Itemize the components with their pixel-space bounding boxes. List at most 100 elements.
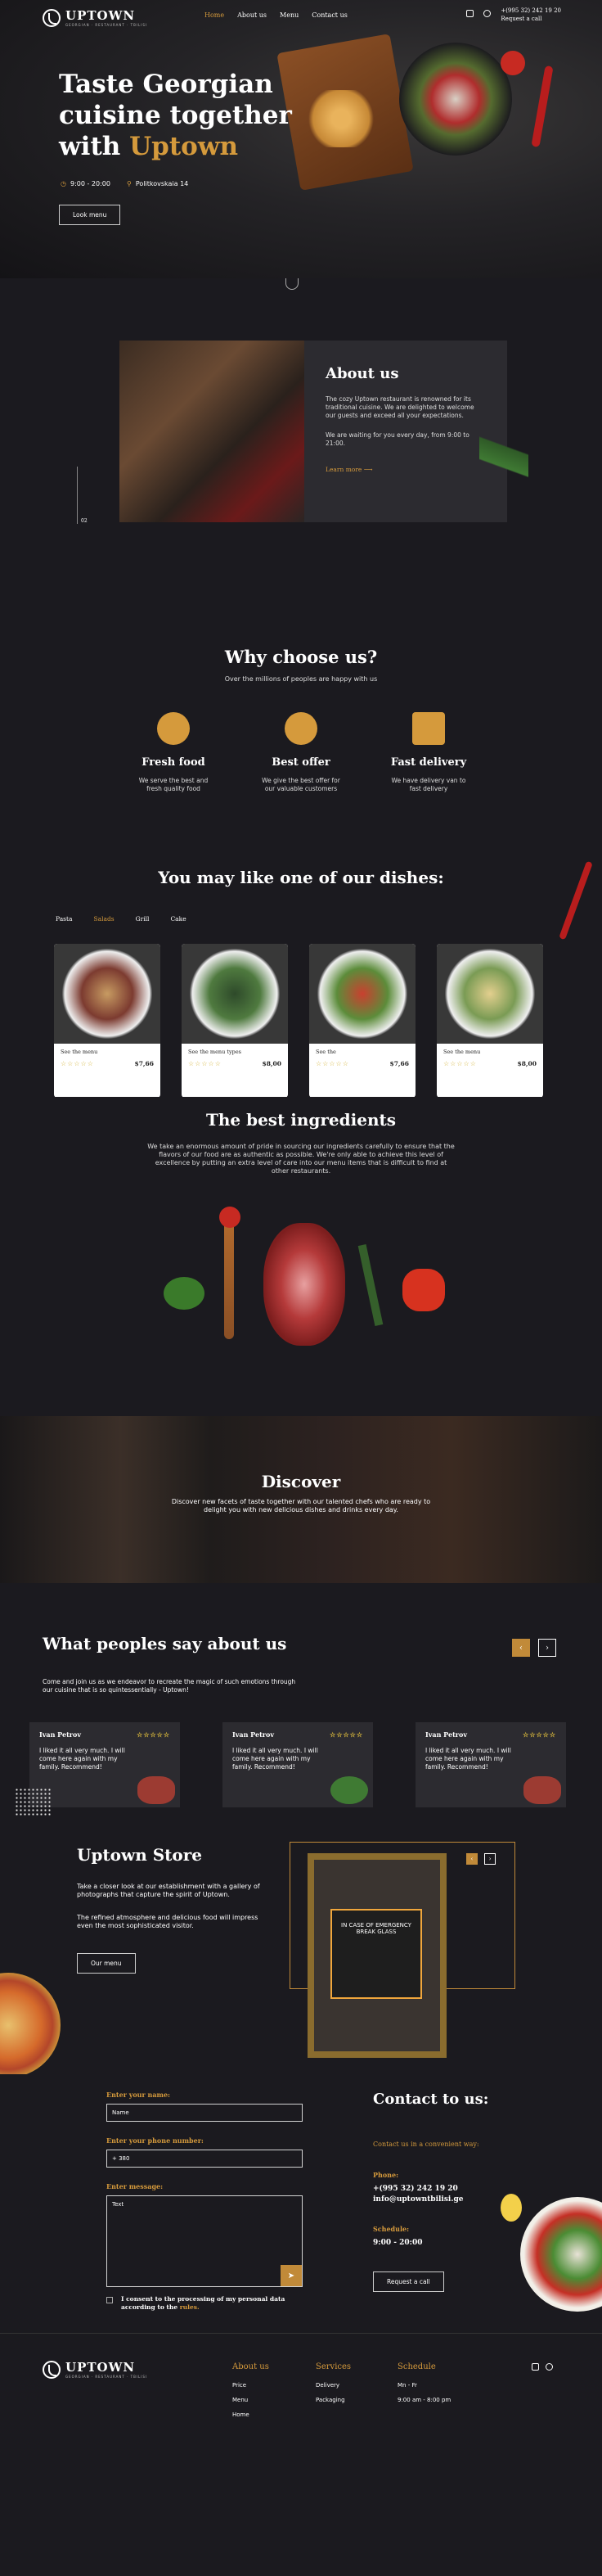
our-menu-button[interactable]: Our menu	[77, 1953, 136, 1974]
percent-badge-icon	[285, 712, 317, 745]
rating-stars[interactable]: ☆☆☆☆☆	[316, 1060, 349, 1067]
reviews-arrows: ‹ ›	[512, 1639, 556, 1657]
look-menu-button[interactable]: Look menu	[59, 205, 121, 225]
facebook-icon[interactable]	[466, 10, 474, 17]
dish-image	[182, 944, 288, 1044]
contact-phone[interactable]: +(995 32) 242 19 20	[373, 2184, 488, 2195]
top-nav: UPTOWN GEORGIAN · RESTAURANT · TBILISI H…	[0, 7, 602, 28]
why-item-text: We give the best offer for our valuable …	[262, 777, 340, 792]
footer-col-about: About us Price Menu Home	[232, 2360, 269, 2422]
nav-about[interactable]: About us	[237, 11, 267, 19]
request-call-button[interactable]: Request a call	[373, 2271, 444, 2292]
about-text-1: The cozy Uptown restaurant is renowned f…	[326, 395, 474, 419]
review-card: Ivan Petrov ☆☆☆☆☆ I liked it all very muc…	[416, 1722, 566, 1807]
rating-stars[interactable]: ☆☆☆☆☆	[443, 1060, 477, 1067]
footer-link-home[interactable]: Home	[232, 2407, 269, 2422]
next-arrow-icon[interactable]: ›	[538, 1639, 556, 1657]
why-item-text: We have delivery van to fast delivery	[391, 777, 466, 792]
facebook-icon[interactable]	[532, 2363, 539, 2371]
nav-menu[interactable]: Menu	[280, 11, 299, 19]
contact-email[interactable]: info@uptowntbilisi.ge	[373, 2195, 488, 2205]
why-items: Fresh food We serve the best and fresh q…	[0, 712, 602, 793]
footer-link-packaging[interactable]: Packaging	[316, 2393, 351, 2407]
logo-tagline: GEORGIAN · RESTAURANT · TBILISI	[65, 2375, 148, 2379]
tab-cake[interactable]: Cake	[170, 915, 186, 923]
contact-section: Enter your name: Name Enter your phone n…	[0, 2074, 602, 2333]
footer: UPTOWN GEORGIAN · RESTAURANT · TBILISI A…	[0, 2333, 602, 2437]
clock-icon: ◷	[61, 180, 66, 187]
review-card: Ivan Petrov ☆☆☆☆☆ I liked it all very muc…	[15, 1722, 180, 1817]
learn-more-link[interactable]: Learn more ⟶	[326, 466, 486, 473]
dish-card[interactable]: See the menu ☆☆☆☆☆ $7,66	[54, 944, 160, 1097]
nav-contact[interactable]: Contact us	[312, 11, 348, 19]
dish-card-body: See the menu types ☆☆☆☆☆ $8,00	[182, 1044, 288, 1072]
gallery-image[interactable]: IN CASE OF EMERGENCY BREAK GLASS	[308, 1853, 447, 2058]
prev-arrow-icon[interactable]: ‹	[466, 1853, 478, 1865]
store-text-2: The refined atmosphere and delicious foo…	[77, 1914, 258, 1929]
review-food-image	[137, 1776, 175, 1804]
dish-card-title[interactable]: See the menu types	[188, 1049, 281, 1055]
footer-col-schedule: Schedule Mn - Fr 9:00 am - 8:00 pm	[398, 2360, 451, 2407]
footer-link-price[interactable]: Price	[232, 2378, 269, 2393]
review-text: I liked it all very much. I will come he…	[425, 1747, 511, 1771]
dishes-section: You may like one of our dishes: Pasta Sa…	[0, 835, 602, 1097]
reviews-title: What peoples say about us	[43, 1634, 287, 1653]
tab-grill[interactable]: Grill	[136, 915, 150, 923]
tab-pasta[interactable]: Pasta	[56, 915, 73, 923]
rules-link[interactable]: rules.	[180, 2303, 200, 2311]
review-header: Ivan Petrov ☆☆☆☆☆	[232, 1730, 363, 1739]
hero-info: ◷ 9:00 - 20:00 ⚲ Politkovskaia 14	[61, 180, 188, 187]
nav-home[interactable]: Home	[204, 11, 224, 19]
rating-stars[interactable]: ☆☆☆☆☆	[188, 1060, 222, 1067]
review-author: Ivan Petrov	[425, 1730, 467, 1739]
dish-card[interactable]: See the ☆☆☆☆☆ $7,66	[309, 944, 416, 1097]
scroll-down-icon[interactable]	[285, 278, 299, 290]
tomato-image	[501, 51, 525, 75]
header-phone[interactable]: +(995 32) 242 19 20	[501, 7, 561, 15]
hero-title-line-3: with	[59, 132, 130, 161]
dish-card-title[interactable]: See the menu	[61, 1049, 154, 1055]
dish-card-title[interactable]: See the	[316, 1049, 409, 1055]
restaurant-interior-photo	[119, 341, 304, 522]
logo[interactable]: UPTOWN GEORGIAN · RESTAURANT · TBILISI	[43, 8, 147, 27]
footer-link-menu[interactable]: Menu	[232, 2393, 269, 2407]
footer-col-title: Services	[316, 2362, 352, 2371]
rosemary-image	[357, 1244, 384, 1326]
dish-card[interactable]: See the menu ☆☆☆☆☆ $8,00	[437, 944, 543, 1097]
review-food-image	[523, 1776, 561, 1804]
instagram-icon[interactable]	[546, 2363, 553, 2371]
footer-col-title: Schedule	[398, 2362, 436, 2371]
phone-input[interactable]: + 380	[106, 2150, 303, 2168]
next-arrow-icon[interactable]: ›	[484, 1853, 496, 1865]
footer-schedule-days: Mn - Fr	[398, 2382, 417, 2389]
tab-salads[interactable]: Salads	[94, 915, 115, 923]
header-request-call[interactable]: Request a call	[501, 15, 561, 23]
name-input[interactable]: Name	[106, 2104, 303, 2122]
consent-checkbox[interactable]	[106, 2297, 113, 2303]
message-textarea[interactable]: Text ➤	[106, 2195, 303, 2287]
review-text: I liked it all very much. I will come he…	[232, 1747, 318, 1771]
header-phone-block: +(995 32) 242 19 20 Request a call	[501, 7, 561, 23]
why-item: Best offer We give the best offer for ou…	[258, 712, 344, 793]
consent-row: I consent to the processing of my person…	[106, 2295, 303, 2312]
why-title: Why choose us?	[224, 647, 378, 667]
instagram-icon[interactable]	[483, 10, 492, 17]
hero-hours: ◷ 9:00 - 20:00	[61, 180, 110, 187]
rating-stars[interactable]: ☆☆☆☆☆	[61, 1060, 94, 1067]
prev-arrow-icon[interactable]: ‹	[512, 1639, 530, 1657]
review-header: Ivan Petrov ☆☆☆☆☆	[425, 1730, 556, 1739]
dish-price: $7,66	[134, 1060, 155, 1067]
fresh-food-icon	[157, 712, 190, 745]
footer-link-delivery[interactable]: Delivery	[316, 2378, 351, 2393]
tomato-image	[219, 1207, 240, 1228]
dish-card[interactable]: See the menu types ☆☆☆☆☆ $8,00	[182, 944, 288, 1097]
main-menu: Home About us Menu Contact us	[204, 11, 348, 19]
phone-label: Enter your phone number:	[106, 2136, 204, 2145]
dish-image	[54, 944, 160, 1044]
send-icon[interactable]: ➤	[281, 2265, 302, 2286]
dish-price: $8,00	[262, 1060, 282, 1067]
discover-text: Discover new facets of taste together wi…	[171, 1498, 431, 1514]
dish-card-title[interactable]: See the menu	[443, 1049, 537, 1055]
footer-logo[interactable]: UPTOWN GEORGIAN · RESTAURANT · TBILISI	[43, 2360, 147, 2379]
review-text: I liked it all very much. I will come he…	[39, 1747, 125, 1771]
